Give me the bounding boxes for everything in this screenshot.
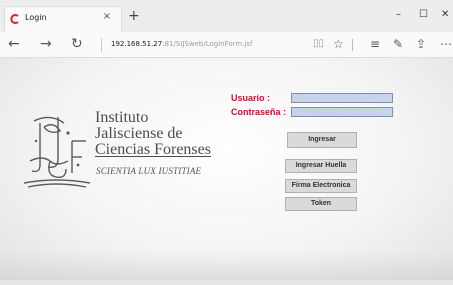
close-window-button[interactable]: ✕ (441, 9, 449, 20)
institute-logo-icon (23, 116, 91, 188)
url-path: :81/SIJSweb/LoginForm.jsf (162, 40, 253, 48)
url-host: 192.168.51.27 (111, 40, 163, 48)
back-icon[interactable]: ← (8, 36, 20, 52)
horizontal-scrollbar[interactable] (0, 280, 453, 285)
token-button[interactable]: Token (285, 197, 357, 211)
address-separator (101, 38, 102, 52)
login-button[interactable]: Ingresar (287, 132, 357, 148)
refresh-icon[interactable]: ↻ (71, 36, 83, 52)
page-viewport: Instituto Jalisciense de Ciencias Forens… (0, 58, 453, 285)
share-icon[interactable]: ⇪ (416, 37, 426, 51)
password-input[interactable] (291, 107, 393, 117)
institute-name-line3: Ciencias Forenses (95, 141, 211, 158)
tab-close-button[interactable]: × (103, 11, 111, 22)
browser-tab[interactable]: Login × (4, 6, 122, 32)
fingerprint-login-button[interactable]: Ingresar Huella (285, 159, 357, 173)
hub-icon[interactable]: ≡ (370, 37, 380, 51)
e-signature-button[interactable]: Firma Electronica (285, 179, 357, 193)
institute-name: Instituto Jalisciense de Ciencias Forens… (95, 110, 220, 158)
reading-view-icon[interactable]: ▯▯ (313, 37, 324, 51)
url-field[interactable]: 192.168.51.27:81/SIJSweb/LoginForm.jsf (111, 40, 253, 48)
password-label: Contraseña : (231, 107, 287, 117)
minimize-button[interactable]: – (396, 9, 401, 20)
web-note-icon[interactable]: ✎ (393, 37, 403, 51)
more-icon[interactable]: ⋯ (440, 37, 452, 51)
new-tab-button[interactable]: + (128, 9, 140, 23)
institute-motto: SCIENTIA LUX IUSTITIAE (96, 166, 202, 176)
tab-title: Login (25, 13, 47, 22)
tab-favicon-icon (10, 14, 19, 24)
address-bar: ← → ↻ 192.168.51.27:81/SIJSweb/LoginForm… (0, 32, 453, 58)
username-input[interactable] (291, 93, 393, 103)
institute-name-line1: Instituto (95, 109, 149, 126)
forward-icon[interactable]: → (40, 36, 52, 52)
favorite-star-icon[interactable]: ☆ (333, 37, 344, 51)
maximize-button[interactable]: ☐ (419, 9, 428, 20)
institute-name-line2: Jalisciense de (95, 125, 183, 142)
tab-bar: Login × + – ☐ ✕ (0, 0, 453, 32)
toolbar-separator (352, 39, 353, 51)
username-label: Usuario : (231, 93, 271, 103)
